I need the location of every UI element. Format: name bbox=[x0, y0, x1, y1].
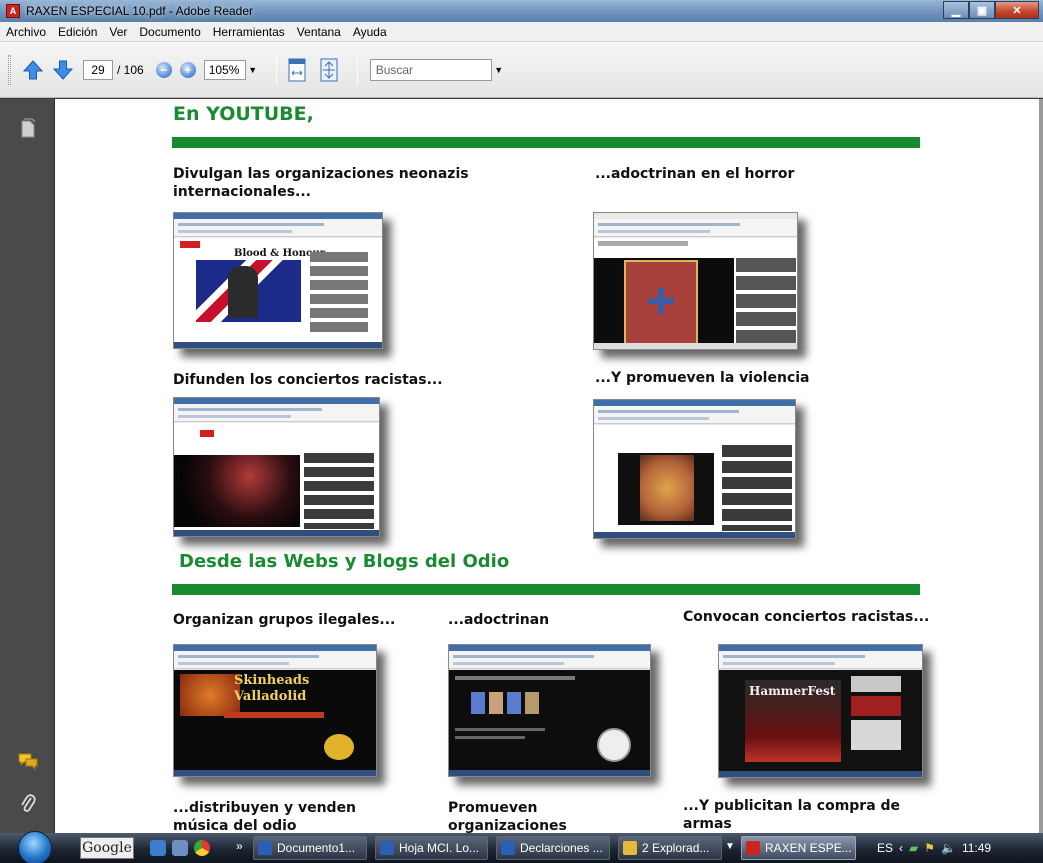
word-icon bbox=[258, 841, 272, 855]
skinheads-title: Skinheads bbox=[234, 673, 310, 688]
toolbar: 29 / 106 − + 105% ▼ Buscar ▼ bbox=[0, 42, 1043, 98]
tray-expand-icon[interactable]: ‹ bbox=[899, 841, 903, 855]
caption-publicitan-armas: ...Y publicitan la compra de armas bbox=[683, 798, 901, 832]
menu-edicion[interactable]: Edición bbox=[58, 25, 97, 39]
show-desktop-icon[interactable] bbox=[150, 840, 166, 856]
google-toolbar[interactable]: Google bbox=[80, 837, 134, 859]
volume-icon[interactable]: 🔈 bbox=[941, 841, 956, 855]
task-declaraciones[interactable]: Declarciones ... bbox=[496, 836, 610, 860]
hammerfest-title: HammerFest bbox=[749, 684, 836, 698]
adobe-reader-icon: A bbox=[6, 4, 20, 18]
screenshot-blog-adoctrinan bbox=[448, 644, 651, 777]
document-view[interactable]: En YOUTUBE, Divulgan las organizaciones … bbox=[55, 99, 1043, 833]
fit-page-button[interactable] bbox=[317, 57, 341, 83]
group-dropdown-icon[interactable]: ▼ bbox=[725, 841, 735, 852]
fit-width-icon bbox=[288, 58, 306, 81]
zoom-level-field[interactable]: 105% bbox=[203, 59, 246, 80]
attachment-icon[interactable] bbox=[17, 793, 39, 815]
menu-bar: Archivo Edición Ver Documento Herramient… bbox=[0, 22, 1043, 42]
caption-promueven-violencia: ...Y promueven la violencia bbox=[595, 370, 810, 386]
zoom-in-button[interactable]: + bbox=[179, 61, 196, 78]
screenshot-youtube-concert bbox=[173, 397, 380, 537]
windows-taskbar: Google » Documento1... Hoja MCI. Lo... D… bbox=[0, 831, 1043, 863]
fit-page-icon bbox=[320, 58, 338, 81]
next-page-button[interactable] bbox=[51, 58, 75, 82]
page-number-input[interactable]: 29 bbox=[83, 59, 113, 80]
menu-ayuda[interactable]: Ayuda bbox=[353, 25, 387, 39]
menu-ver[interactable]: Ver bbox=[109, 25, 127, 39]
window-title: RAXEN ESPECIAL 10.pdf - Adobe Reader bbox=[26, 4, 254, 18]
menu-documento[interactable]: Documento bbox=[139, 25, 200, 39]
screenshot-blog-hammerfest: HammerFest bbox=[718, 644, 923, 778]
network-icon[interactable]: ▰ bbox=[909, 841, 918, 855]
word-icon bbox=[380, 841, 394, 855]
start-button[interactable] bbox=[18, 831, 52, 863]
search-input[interactable]: Buscar bbox=[369, 58, 492, 81]
task-explorador[interactable]: 2 Explorad... bbox=[618, 836, 722, 860]
caption-divulgan: Divulgan las organizaciones neonazis int… bbox=[173, 166, 469, 200]
system-tray: ES ‹ ▰ ⚑ 🔈 11:49 bbox=[877, 833, 1043, 863]
navigation-panel bbox=[0, 99, 55, 833]
zoom-out-button[interactable]: − bbox=[155, 61, 172, 78]
arrow-down-icon bbox=[52, 60, 74, 80]
minus-icon: − bbox=[160, 62, 168, 77]
toolbar-separator bbox=[356, 54, 358, 85]
menu-ventana[interactable]: Ventana bbox=[297, 25, 341, 39]
valladolid-title: Valladolid bbox=[234, 689, 307, 704]
section-divider bbox=[172, 137, 920, 148]
title-bar: A RAXEN ESPECIAL 10.pdf - Adobe Reader ▁… bbox=[0, 0, 1043, 22]
screenshot-youtube-blood-honour: Blood & Honour bbox=[173, 212, 383, 349]
minimize-button[interactable]: ▁ bbox=[943, 1, 969, 19]
caption-adoctrinan: ...adoctrinan bbox=[448, 612, 550, 628]
chrome-icon[interactable] bbox=[194, 840, 210, 856]
toolbar-separator bbox=[275, 54, 277, 85]
plus-icon: + bbox=[184, 62, 192, 77]
folder-icon bbox=[623, 841, 637, 855]
arrow-up-icon bbox=[22, 59, 44, 79]
window-controls: ▁ ▣ ✕ bbox=[943, 1, 1039, 19]
comments-icon[interactable] bbox=[17, 750, 39, 772]
screenshot-youtube-division-azul bbox=[593, 212, 798, 350]
caption-promueven-organizaciones: Promueven organizaciones bbox=[448, 800, 567, 833]
section-title-youtube: En YOUTUBE, bbox=[173, 103, 314, 125]
word-icon bbox=[501, 841, 515, 855]
menu-herramientas[interactable]: Herramientas bbox=[213, 25, 285, 39]
task-raxen-especial[interactable]: RAXEN ESPE... bbox=[741, 836, 856, 860]
pdf-page: En YOUTUBE, Divulgan las organizaciones … bbox=[55, 99, 1039, 833]
section-divider bbox=[172, 584, 920, 595]
fit-width-button[interactable] bbox=[285, 57, 309, 83]
caption-difunden: Difunden los conciertos racistas... bbox=[173, 372, 443, 388]
caption-organizan: Organizan grupos ilegales... bbox=[173, 612, 396, 628]
maximize-button[interactable]: ▣ bbox=[969, 1, 995, 19]
switch-windows-icon[interactable] bbox=[172, 840, 188, 856]
zoom-dropdown-icon[interactable]: ▼ bbox=[246, 65, 260, 75]
close-button[interactable]: ✕ bbox=[995, 1, 1039, 19]
section-title-webs-blogs: Desde las Webs y Blogs del Odio bbox=[179, 551, 510, 572]
adobe-reader-icon bbox=[746, 841, 760, 855]
page-total: / 106 bbox=[117, 62, 144, 77]
search-dropdown-icon[interactable]: ▼ bbox=[492, 65, 506, 75]
screenshot-youtube-violence bbox=[593, 399, 796, 539]
clock[interactable]: 11:49 bbox=[962, 841, 991, 855]
caption-adoctrinan-horror: ...adoctrinan en el horror bbox=[595, 166, 795, 182]
previous-page-button[interactable] bbox=[21, 58, 45, 82]
quicklaunch-overflow-icon[interactable]: » bbox=[236, 839, 243, 853]
caption-distribuyen: ...distribuyen y venden música del odio bbox=[173, 800, 357, 833]
flag-icon[interactable]: ⚑ bbox=[924, 841, 935, 855]
task-documento1[interactable]: Documento1... bbox=[253, 836, 367, 860]
caption-convocan: Convocan conciertos racistas... bbox=[683, 609, 930, 625]
task-hoja-mci[interactable]: Hoja MCI. Lo... bbox=[375, 836, 488, 860]
menu-archivo[interactable]: Archivo bbox=[6, 25, 46, 39]
toolbar-grip[interactable] bbox=[8, 54, 11, 85]
screenshot-blog-skinheads: Skinheads Valladolid bbox=[173, 644, 377, 777]
pages-icon[interactable] bbox=[17, 117, 39, 139]
language-indicator[interactable]: ES bbox=[877, 841, 893, 855]
